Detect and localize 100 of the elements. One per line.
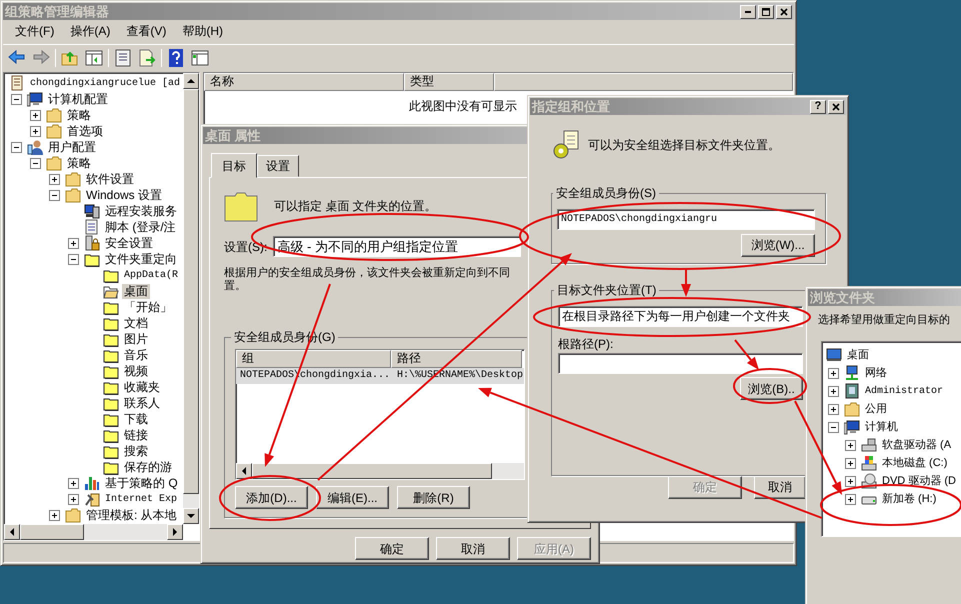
menu-item[interactable]: 文件(F): [9, 24, 60, 40]
tree-item[interactable]: 软盘驱动器 (A: [880, 438, 954, 453]
expand-toggle[interactable]: [68, 238, 79, 248]
tree-item[interactable]: 「开始」: [122, 300, 174, 314]
tree-item[interactable]: 用户配置: [46, 140, 98, 154]
horizontal-scrollbar[interactable]: [236, 463, 524, 480]
dialog-button[interactable]: 取消: [754, 476, 806, 499]
expand-toggle[interactable]: [828, 368, 839, 379]
menu-item[interactable]: 查看(V): [120, 24, 172, 40]
close-button[interactable]: [776, 4, 792, 18]
expand-toggle[interactable]: [828, 386, 839, 397]
column-header[interactable]: 路径: [391, 350, 522, 368]
dialog-button[interactable]: 取消: [436, 537, 510, 560]
expand-toggle[interactable]: [49, 174, 60, 184]
tree-item[interactable]: 公用: [863, 402, 889, 417]
scroll-right-button[interactable]: [167, 524, 183, 540]
tree-item[interactable]: Windows 设置: [84, 188, 164, 202]
tree-item[interactable]: 联系人: [122, 396, 162, 410]
tree-item[interactable]: 计算机: [863, 420, 900, 435]
tree-item[interactable]: 收藏夹: [122, 380, 162, 394]
tree-item[interactable]: 脚本 (登录/注: [103, 220, 178, 234]
collapse-toggle[interactable]: [68, 254, 79, 264]
scroll-left-button[interactable]: [4, 524, 20, 540]
expand-toggle[interactable]: [845, 476, 856, 487]
close-button[interactable]: [828, 100, 844, 114]
dialog-button[interactable]: 确定: [355, 537, 429, 560]
list-action-button[interactable]: 添加(D)...: [235, 486, 308, 510]
expand-toggle[interactable]: [30, 110, 41, 120]
scroll-down-button[interactable]: [183, 508, 199, 524]
scroll-up-button[interactable]: [183, 73, 199, 89]
tree-item[interactable]: 图片: [122, 332, 150, 346]
scroll-left-button[interactable]: [236, 463, 252, 480]
pane-icon[interactable]: [190, 48, 210, 68]
column-header[interactable]: 类型: [404, 73, 494, 91]
tree-item[interactable]: 软件设置: [84, 172, 136, 186]
tree-item[interactable]: 桌面: [122, 284, 150, 298]
tree-item[interactable]: 新加卷 (H:): [880, 492, 938, 507]
collapse-toggle[interactable]: [828, 422, 839, 433]
horizontal-scrollbar[interactable]: [4, 524, 183, 540]
expand-toggle[interactable]: [30, 126, 41, 136]
menu-item[interactable]: 操作(A): [64, 24, 116, 40]
maximize-button[interactable]: [758, 4, 774, 18]
column-header[interactable]: 组: [236, 350, 391, 368]
tree-item[interactable]: 管理模板: 从本地: [84, 508, 179, 522]
tab[interactable]: 设置: [257, 155, 299, 178]
minimize-button[interactable]: [740, 4, 756, 18]
tree-item[interactable]: 音乐: [122, 348, 150, 362]
tree-item[interactable]: 策略: [65, 156, 93, 170]
target-dropdown[interactable]: 在根目录路径下为每一用户创建一个文件夹: [558, 306, 803, 327]
tree-item[interactable]: 文件夹重定向: [103, 252, 179, 266]
tree-item[interactable]: 基于策略的 Q: [103, 476, 180, 490]
tree-item[interactable]: AppData(R: [122, 268, 180, 282]
tree-pane-icon[interactable]: [84, 48, 104, 68]
tree-item[interactable]: 搜索: [122, 444, 150, 458]
list-action-button[interactable]: 编辑(E)...: [316, 486, 389, 510]
help-button[interactable]: ?: [810, 100, 826, 114]
expand-toggle[interactable]: [828, 404, 839, 415]
tree-item[interactable]: 文档: [122, 316, 150, 330]
tree-item[interactable]: 桌面: [845, 348, 871, 363]
list-action-button[interactable]: 删除(R): [397, 486, 470, 510]
collapse-toggle[interactable]: [49, 190, 60, 200]
expand-toggle[interactable]: [845, 440, 856, 451]
collapse-toggle[interactable]: [11, 94, 22, 104]
tree-item[interactable]: 下载: [122, 412, 150, 426]
properties-icon[interactable]: [113, 48, 133, 68]
tree-item[interactable]: chongdingxiangrucelue [ad: [28, 76, 182, 90]
tree-item[interactable]: 安全设置: [103, 236, 155, 250]
tree-item[interactable]: DVD 驱动器 (D: [880, 474, 958, 489]
browse-button[interactable]: 浏览(B)..: [740, 377, 803, 400]
column-header[interactable]: 名称: [204, 73, 404, 91]
collapse-toggle[interactable]: [11, 142, 22, 152]
scrollbar-thumb[interactable]: [20, 524, 84, 540]
collapse-toggle[interactable]: [30, 158, 41, 168]
expand-toggle[interactable]: [845, 494, 856, 505]
tree-item[interactable]: 计算机配置: [46, 92, 110, 106]
expand-toggle[interactable]: [49, 510, 60, 520]
tree-item[interactable]: Administrator: [863, 384, 946, 399]
tree-item[interactable]: 保存的游: [122, 460, 174, 474]
folder-icon: [65, 187, 81, 203]
scrollbar-thumb[interactable]: [252, 463, 492, 480]
tree-item[interactable]: 首选项: [65, 124, 105, 138]
group-name-field[interactable]: NOTEPADOS\chongdingxiangru: [557, 209, 815, 230]
folder-icon: [46, 107, 62, 123]
tree-item[interactable]: 链接: [122, 428, 150, 442]
help-icon[interactable]: [166, 48, 186, 68]
browse-button[interactable]: 浏览(W)...: [741, 234, 815, 257]
tree-item[interactable]: 策略: [65, 108, 93, 122]
tree-item[interactable]: 本地磁盘 (C:): [880, 456, 950, 471]
expand-toggle[interactable]: [68, 478, 79, 488]
export-icon[interactable]: [137, 48, 157, 68]
tree-item[interactable]: 远程安装服务: [103, 204, 179, 218]
tree-item[interactable]: 视频: [122, 364, 150, 378]
root-path-field[interactable]: [558, 353, 803, 374]
folder-icon: [224, 190, 258, 222]
tree-item[interactable]: 网络: [863, 366, 889, 381]
tab[interactable]: 目标: [211, 153, 257, 178]
tree-item[interactable]: Internet Exp: [103, 492, 180, 506]
menu-item[interactable]: 帮助(H): [176, 24, 229, 40]
expand-toggle[interactable]: [68, 494, 79, 504]
expand-toggle[interactable]: [845, 458, 856, 469]
